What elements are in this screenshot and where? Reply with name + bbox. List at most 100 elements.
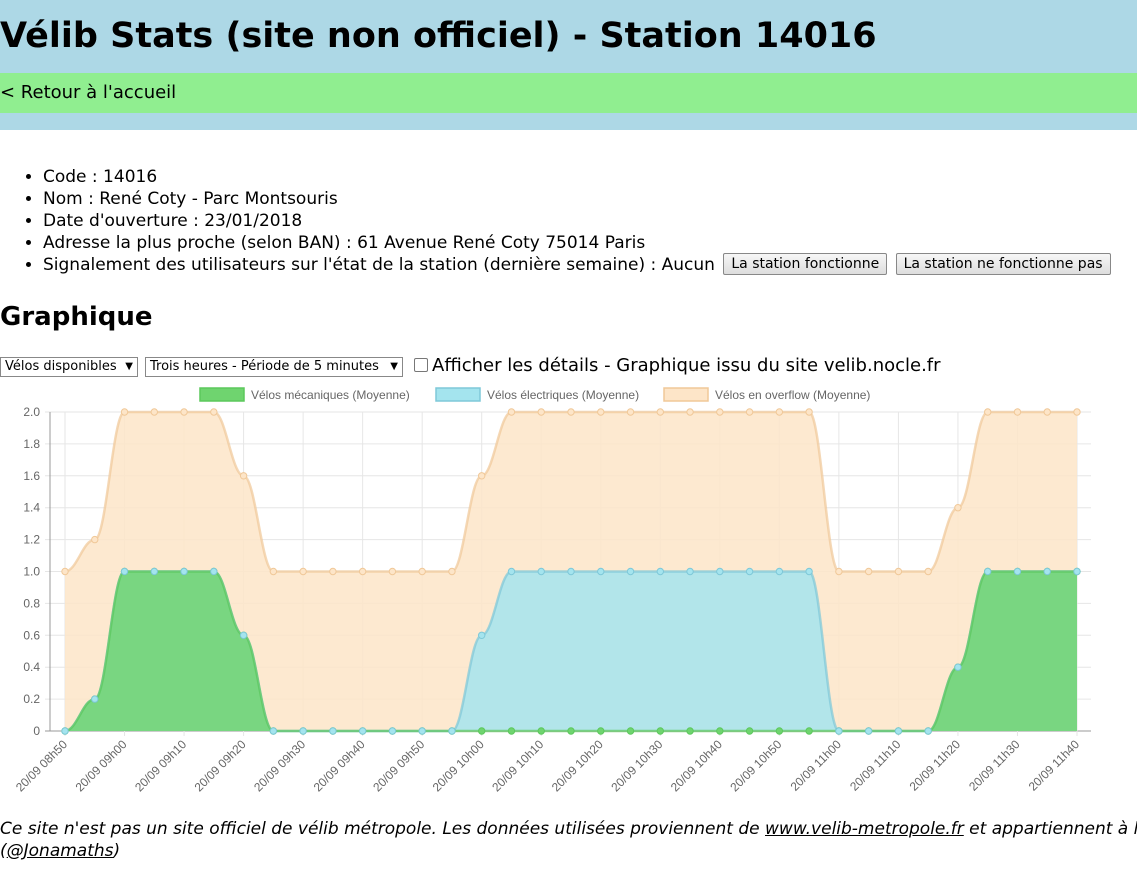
legend-label: Vélos mécaniques (Moyenne) xyxy=(251,388,410,402)
data-point xyxy=(835,727,843,735)
data-point xyxy=(656,408,664,416)
data-point xyxy=(299,567,307,576)
data-point xyxy=(805,727,813,735)
data-point xyxy=(686,727,694,735)
data-point xyxy=(597,408,605,416)
chevron-down-icon: ▼ xyxy=(125,361,133,372)
legend-swatch xyxy=(435,387,481,402)
station-address: Adresse la plus proche (selon BAN) : 61 … xyxy=(43,232,1111,254)
y-tick-label: 2.0 xyxy=(23,405,40,419)
data-point xyxy=(299,727,307,735)
data-point xyxy=(388,567,397,576)
x-tick-label: 20/09 11h30 xyxy=(966,737,1023,794)
data-point xyxy=(954,504,962,512)
period-select[interactable]: Trois heures - Période de 5 minutes ▼ xyxy=(145,357,403,377)
y-tick-label: 0 xyxy=(33,724,40,738)
data-point xyxy=(775,408,784,416)
x-tick-label: 20/09 10h10 xyxy=(489,737,546,794)
legend-swatch xyxy=(199,387,245,402)
x-tick-label: 20/09 11h20 xyxy=(907,737,964,794)
data-point xyxy=(686,567,694,576)
back-home-link[interactable]: < Retour à l'accueil xyxy=(0,83,176,103)
chevron-down-icon: ▼ xyxy=(390,361,398,372)
data-point xyxy=(537,567,545,576)
legend-label: Vélos en overflow (Moyenne) xyxy=(715,388,870,402)
footer-author-open: ( xyxy=(0,841,7,861)
y-tick-label: 1.2 xyxy=(23,533,40,547)
nav-bar: < Retour à l'accueil xyxy=(0,73,1137,113)
x-tick-label: 20/09 10h30 xyxy=(608,737,665,794)
velib-metropole-link[interactable]: www.velib-metropole.fr xyxy=(765,819,964,839)
station-report-label: Signalement des utilisateurs sur l'état … xyxy=(43,255,715,275)
author-link[interactable]: @Jonamaths xyxy=(7,841,114,861)
details-checkbox[interactable] xyxy=(414,358,428,372)
data-point xyxy=(329,567,337,576)
station-name: Nom : René Coty - Parc Montsouris xyxy=(43,188,1111,210)
data-point xyxy=(567,727,575,735)
x-tick-label: 20/09 10h00 xyxy=(430,737,487,794)
data-point xyxy=(210,408,218,416)
data-point xyxy=(805,567,813,576)
data-point xyxy=(478,631,486,640)
legend-label: Vélos électriques (Moyenne) xyxy=(487,388,639,402)
data-point xyxy=(716,408,724,416)
footer-text-before: Ce site n'est pas un site officiel de vé… xyxy=(0,819,766,839)
x-tick-label: 20/09 09h20 xyxy=(192,737,249,794)
data-point xyxy=(537,408,545,416)
page-title: Vélib Stats (site non officiel) - Statio… xyxy=(0,16,877,56)
data-point xyxy=(448,727,456,735)
x-tick-label: 20/09 09h50 xyxy=(370,737,427,794)
data-point xyxy=(745,408,754,416)
x-tick-label: 20/09 11h10 xyxy=(847,737,904,794)
metric-select-value: Vélos disponibles xyxy=(5,359,117,374)
y-tick-label: 0.4 xyxy=(23,660,40,674)
station-not-works-button[interactable]: La station ne fonctionne pas xyxy=(895,253,1111,275)
x-tick-label: 20/09 10h50 xyxy=(727,737,784,794)
data-point xyxy=(358,727,367,735)
data-point xyxy=(388,727,397,735)
data-point xyxy=(954,663,962,671)
data-point xyxy=(61,567,69,576)
x-tick-label: 20/09 11h40 xyxy=(1026,737,1083,794)
x-tick-label: 20/09 10h40 xyxy=(668,737,725,794)
data-point xyxy=(597,727,605,735)
data-point xyxy=(924,727,932,735)
station-works-button[interactable]: La station fonctionne xyxy=(723,253,888,275)
data-point xyxy=(180,567,188,576)
legend-swatch xyxy=(663,387,709,402)
data-point xyxy=(894,727,903,735)
data-point xyxy=(924,567,932,576)
data-point xyxy=(1043,567,1051,576)
data-point xyxy=(358,567,367,576)
data-point xyxy=(626,408,635,416)
data-point xyxy=(448,567,456,576)
data-point xyxy=(835,567,843,576)
data-point xyxy=(745,567,754,576)
data-point xyxy=(150,408,158,416)
data-point xyxy=(775,567,784,576)
data-point xyxy=(507,567,516,576)
data-point xyxy=(984,567,992,576)
station-code: Code : 14016 xyxy=(43,166,1111,188)
data-point xyxy=(478,727,486,735)
metric-select[interactable]: Vélos disponibles ▼ xyxy=(0,357,138,377)
x-tick-label: 20/09 11h00 xyxy=(788,737,845,794)
data-point xyxy=(1043,408,1051,416)
data-point xyxy=(150,567,158,576)
data-point xyxy=(656,727,664,735)
data-point xyxy=(745,727,754,735)
station-info-list: Code : 14016 Nom : René Coty - Parc Mont… xyxy=(0,166,1111,276)
details-label: Afficher les détails - Graphique issu du… xyxy=(432,355,941,376)
data-point xyxy=(775,727,784,735)
data-point xyxy=(597,567,605,576)
data-point xyxy=(507,408,516,416)
y-tick-label: 1.6 xyxy=(23,469,40,483)
data-point xyxy=(805,408,813,416)
data-point xyxy=(984,408,992,416)
data-point xyxy=(567,408,575,416)
data-point xyxy=(537,727,545,735)
data-point xyxy=(329,727,337,735)
data-point xyxy=(91,695,99,703)
period-select-value: Trois heures - Période de 5 minutes xyxy=(150,359,379,374)
y-tick-label: 0.6 xyxy=(23,628,40,642)
